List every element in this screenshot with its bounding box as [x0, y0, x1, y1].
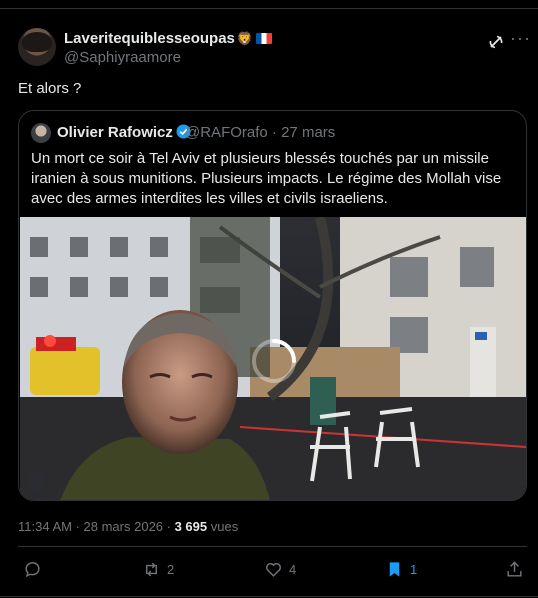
repost-button[interactable]: 2	[142, 560, 174, 579]
previous-tweet-edge	[0, 0, 538, 9]
quoted-avatar	[31, 123, 51, 143]
quoted-date: 27 mars	[281, 124, 336, 141]
share-button[interactable]	[505, 560, 524, 579]
author-handle[interactable]: @Saphiyraamore	[64, 49, 181, 66]
loading-spinner-icon	[252, 339, 296, 383]
video-player[interactable]	[20, 217, 526, 500]
france-flag-icon	[256, 33, 273, 44]
tweet-time: 11:34 AM	[18, 519, 72, 534]
quoted-meta: @RAFOrafo · 27 mars	[185, 124, 336, 141]
heart-icon	[266, 563, 281, 577]
views-label: vues	[210, 519, 239, 534]
repost-count: 2	[167, 562, 175, 577]
reply-icon	[25, 562, 40, 578]
action-bar: 2 4 1	[18, 560, 527, 588]
quoted-author-handle: @RAFOrafo	[185, 124, 268, 141]
bookmark-count: 1	[410, 562, 418, 577]
author-name[interactable]: Laveritequiblesseoupas	[64, 30, 235, 47]
avatar[interactable]	[18, 28, 56, 66]
quoted-text: Un mort ce soir à Tel Aviv et plusieurs …	[31, 150, 502, 207]
share-icon	[507, 561, 522, 577]
tweet-timestamp[interactable]: 11:34 AM · 28 mars 2026 · 3 695 vues	[18, 519, 238, 534]
media-badge	[30, 471, 44, 493]
tweet-header: Laveritequiblesseoupas 🦁 @Saphiyraamore ·…	[18, 28, 530, 68]
quoted-author-name-row: Olivier Rafowicz	[57, 124, 191, 141]
tweet-date: 28 mars 2026	[83, 519, 164, 534]
views-count: 3 695	[174, 519, 208, 534]
lion-emoji: 🦁	[236, 31, 254, 46]
quoted-author-name: Olivier Rafowicz	[57, 124, 173, 141]
bottom-border	[0, 596, 538, 597]
grok-icon[interactable]	[488, 34, 504, 50]
like-button[interactable]: 4	[264, 560, 296, 579]
bookmark-button[interactable]: 1	[385, 560, 417, 579]
divider	[18, 546, 527, 547]
author-name-row[interactable]: Laveritequiblesseoupas 🦁	[64, 30, 273, 47]
like-count: 4	[289, 562, 297, 577]
repost-icon	[146, 562, 157, 577]
more-options-icon[interactable]: ···	[510, 28, 531, 49]
quoted-tweet[interactable]: Olivier Rafowicz @RAFOrafo · 27 mars Un …	[18, 110, 527, 501]
reply-button[interactable]	[23, 560, 48, 579]
bookmark-icon	[389, 562, 400, 577]
tweet-text: Et alors ?	[18, 80, 82, 97]
